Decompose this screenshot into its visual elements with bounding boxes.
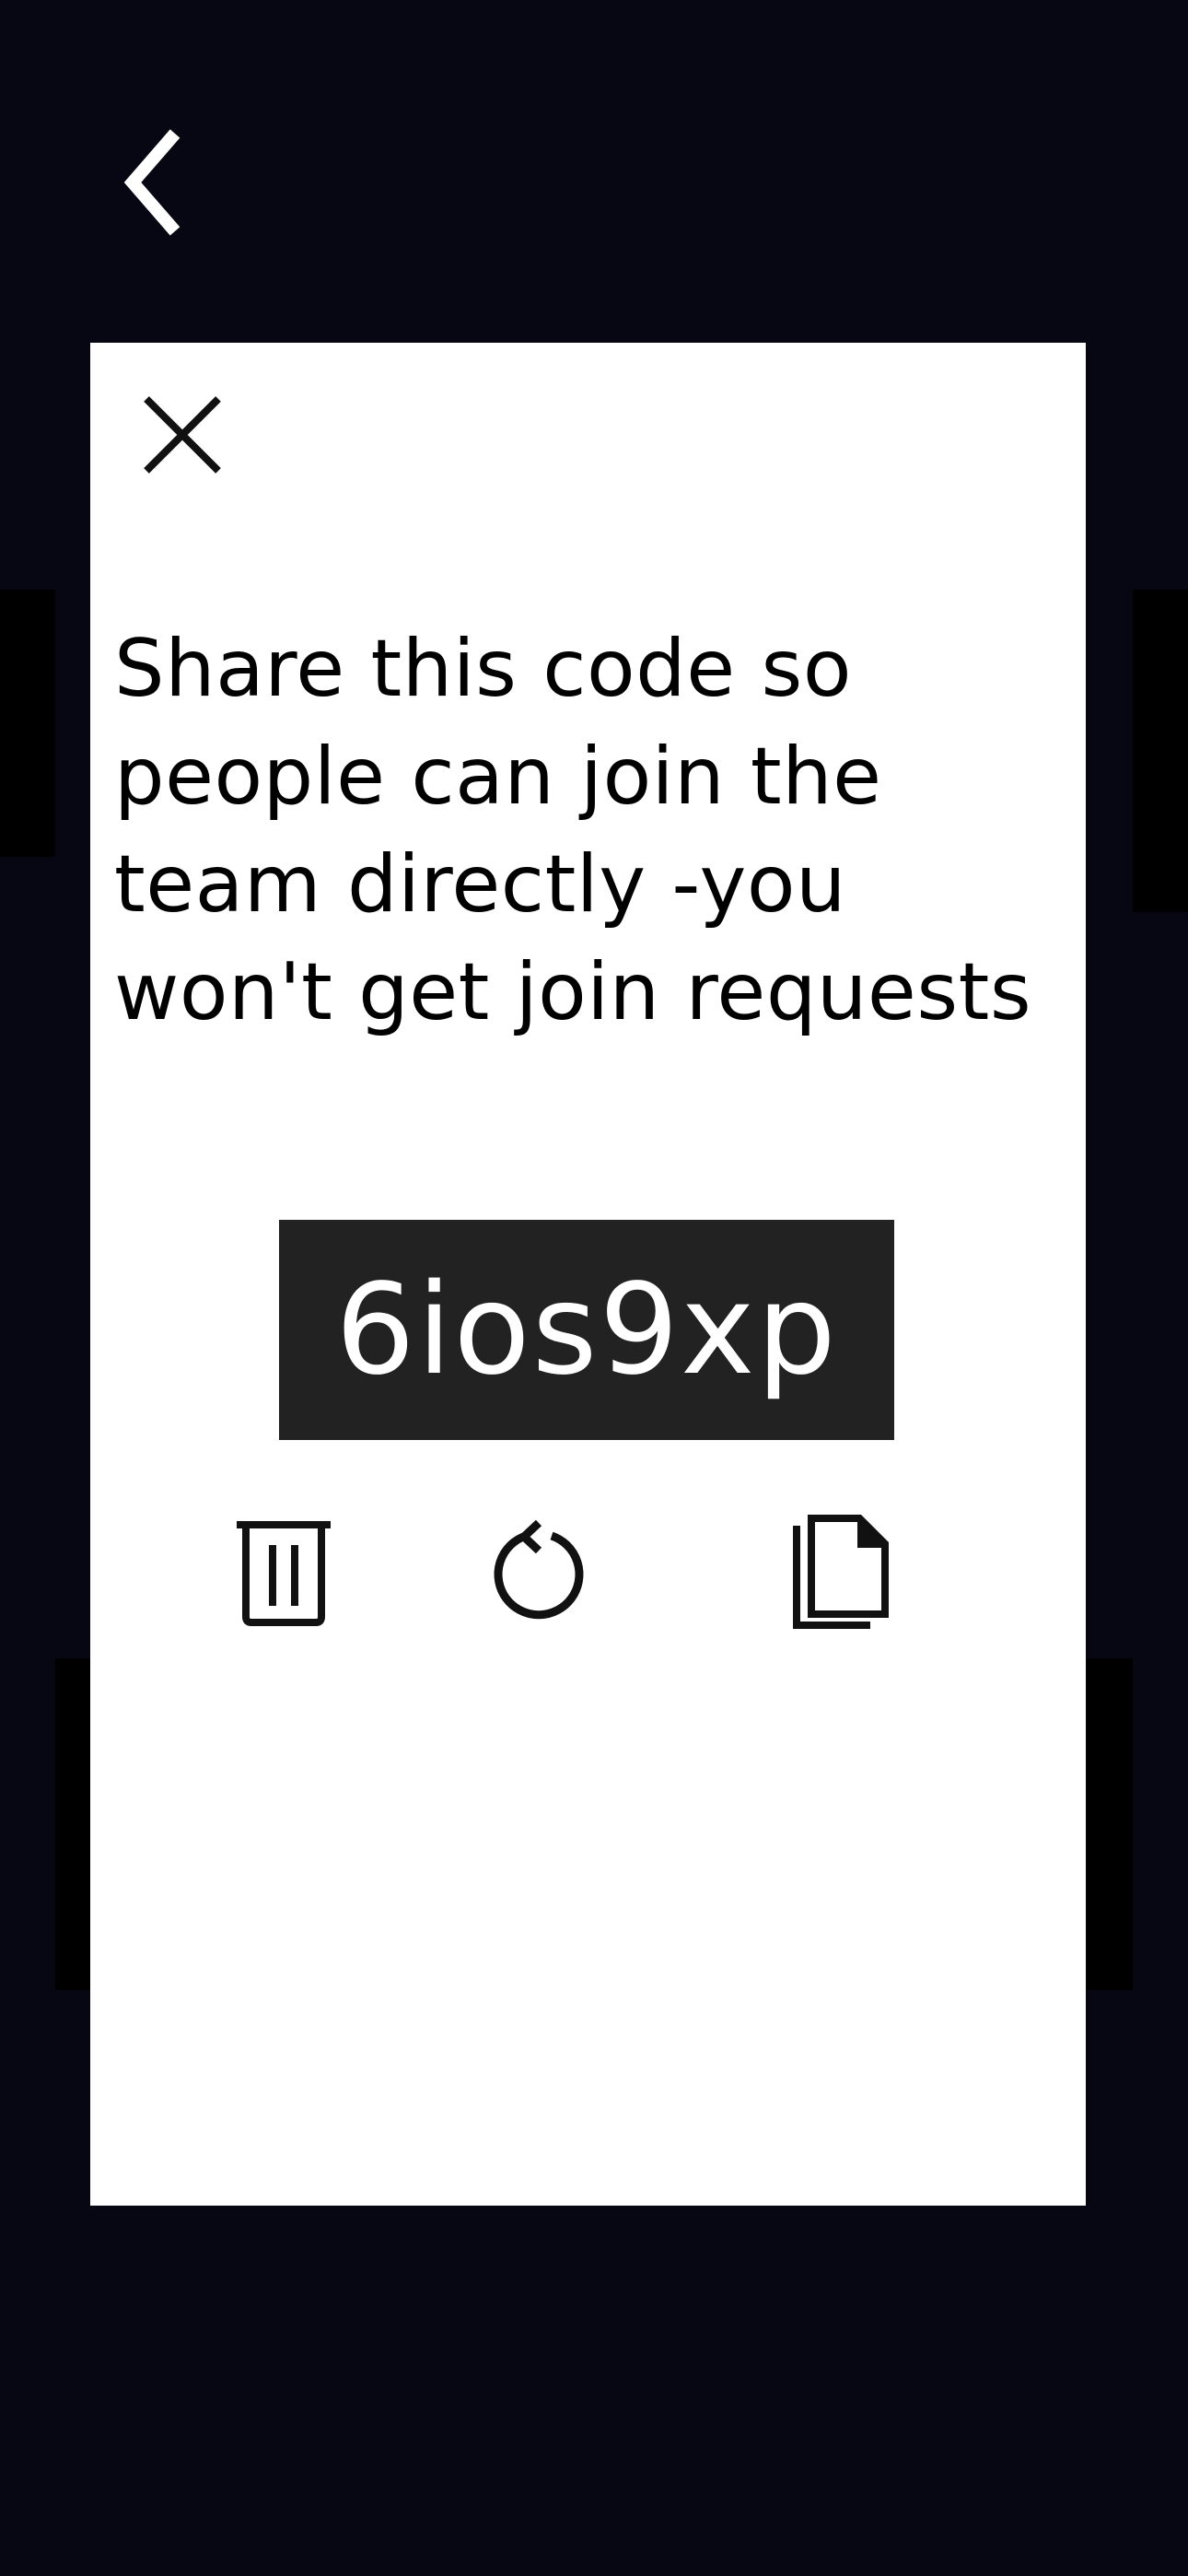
background-block-lower-left (55, 1658, 92, 1990)
trash-icon (237, 1521, 331, 1626)
background-block-upper-right (1133, 590, 1188, 912)
share-code-modal: Share this code so people can join the t… (90, 343, 1086, 2206)
invite-code-box: 6ios9xp (279, 1220, 894, 1440)
close-button[interactable] (136, 389, 228, 481)
refresh-icon (494, 1519, 584, 1620)
background-block-upper-left (0, 590, 55, 857)
copy-code-button[interactable] (763, 1502, 910, 1649)
copy-icon (793, 1515, 889, 1629)
back-button[interactable] (109, 118, 201, 247)
background-block-lower-right (1087, 1658, 1133, 1990)
close-icon (144, 396, 221, 474)
delete-code-button[interactable] (215, 1502, 353, 1640)
regenerate-code-button[interactable] (470, 1502, 608, 1640)
chevron-left-icon (123, 129, 181, 236)
share-code-message: Share this code so people can join the t… (114, 623, 1032, 1038)
invite-code: 6ios9xp (335, 1257, 838, 1403)
